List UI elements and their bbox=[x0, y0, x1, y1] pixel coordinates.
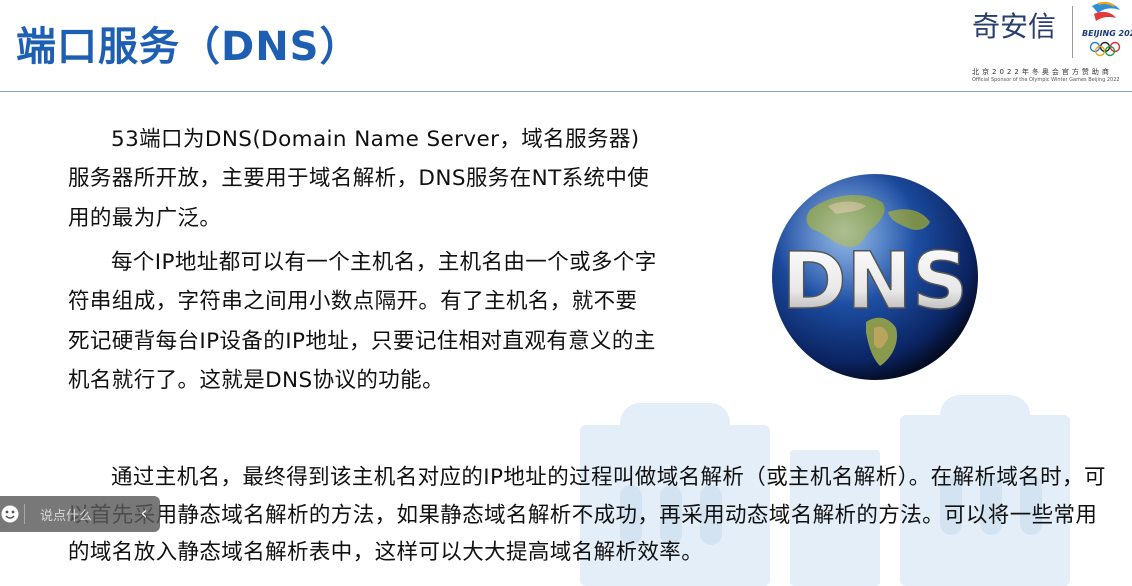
dns-globe-icon: DNS bbox=[772, 174, 978, 380]
smiley-icon[interactable] bbox=[1, 505, 19, 523]
header-divider bbox=[0, 91, 1132, 92]
chevron-left-icon[interactable]: ‹ bbox=[134, 502, 154, 526]
paragraph-resolution: 通过主机名，最终得到该主机名对应的IP地址的过程叫做域名解析（或主机名解析）。在… bbox=[68, 465, 1106, 565]
logo-divider bbox=[1072, 6, 1073, 58]
globe-dns-text: DNS bbox=[782, 237, 968, 327]
beijing-2022-label: BEIJING 2022 bbox=[1082, 29, 1132, 38]
slide: 端口服务（DNS） 奇安信 BEIJING 2022 北京2022年冬奥会官方赞… bbox=[0, 0, 1132, 586]
qianxin-logo: 奇安信 bbox=[972, 10, 1057, 43]
sponsor-line-en: Official Sponsor of the Olympic Winter G… bbox=[972, 77, 1120, 83]
paragraph-port-53: 53端口为DNS(Domain Name Server，域名服务器)服务器所开放… bbox=[68, 127, 650, 231]
chat-input-widget[interactable]: 说点什么 ‹ bbox=[0, 496, 160, 532]
chat-placeholder[interactable]: 说点什么 bbox=[40, 505, 92, 524]
chat-separator bbox=[24, 504, 25, 524]
slide-title: 端口服务（DNS） bbox=[16, 24, 361, 70]
sponsor-line-cn: 北京2022年冬奥会官方赞助商 bbox=[972, 68, 1112, 76]
paragraph-hostname: 每个IP地址都可以有一个主机名，主机名由一个或多个字符串组成，字符串之间用小数点… bbox=[68, 250, 657, 393]
